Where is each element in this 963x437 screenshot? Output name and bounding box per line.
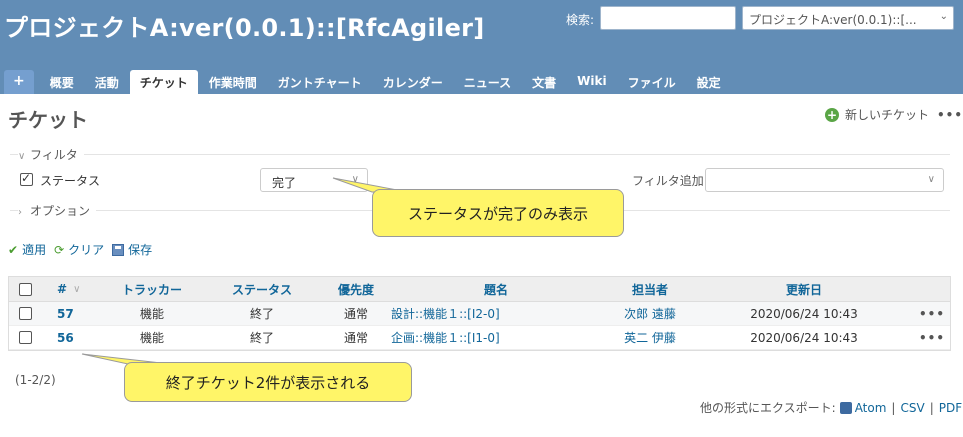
table-row: 56 機能 終了 通常 企画::機能１::[I1-0] 英二 伊藤 2020/0… <box>9 326 950 350</box>
chevron-down-icon: ∨ <box>18 151 26 162</box>
clear-button[interactable]: ⟳ クリア <box>54 241 104 258</box>
row-checkbox[interactable] <box>19 331 32 344</box>
tab-issues[interactable]: チケット <box>129 70 198 94</box>
issue-subject-link[interactable]: 企画::機能１::[I1-0] <box>391 326 601 349</box>
export-label: 他の形式にエクスポート: <box>700 401 836 415</box>
search-label: 検索: <box>566 13 595 27</box>
tab-wiki[interactable]: Wiki <box>567 70 616 94</box>
chevron-down-icon: ∨ <box>927 174 935 185</box>
filter-legend-label: フィルタ <box>30 148 78 162</box>
options-legend[interactable]: › オプション <box>18 202 97 219</box>
col-header-priority[interactable]: 優先度 <box>331 277 381 301</box>
main-menu-tabs: + 概要 活動 チケット 作業時間 ガントチャート カレンダー ニュース 文書 … <box>4 66 732 94</box>
issue-subject-link[interactable]: 設計::機能１::[I2-0] <box>391 302 601 325</box>
sort-chevron-icon: ∨ <box>73 283 81 295</box>
col-header-tracker[interactable]: トラッカー <box>112 277 192 301</box>
tab-news[interactable]: ニュース <box>454 70 521 94</box>
export-links: 他の形式にエクスポート: Atom | CSV | PDF <box>700 399 962 416</box>
issue-priority: 通常 <box>343 331 368 345</box>
add-filter-select[interactable]: ∨ <box>705 168 944 192</box>
col-header-subject[interactable]: 題名 <box>391 277 601 301</box>
tab-files[interactable]: ファイル <box>618 70 686 94</box>
save-icon <box>112 243 125 256</box>
save-label: 保存 <box>128 243 153 257</box>
issue-tracker: 機能 <box>139 307 164 321</box>
export-separator: | <box>929 400 934 415</box>
issue-id-link[interactable]: 57 <box>57 302 97 325</box>
issue-status: 終了 <box>249 307 274 321</box>
status-filter-checkbox[interactable] <box>20 171 33 186</box>
reload-icon: ⟳ <box>54 242 65 257</box>
col-header-updated[interactable]: 更新日 <box>729 277 879 301</box>
query-actions: ✔ 適用 ⟳ クリア 保存 <box>8 241 160 258</box>
project-jump-select[interactable]: プロジェクトA:ver(0.0.1)::[... ⌄ <box>742 6 954 30</box>
table-header-row: # ∨ トラッカー ステータス 優先度 題名 担当者 更新日 <box>9 277 950 302</box>
issue-id-link[interactable]: 56 <box>57 326 97 349</box>
issue-status: 終了 <box>249 331 274 345</box>
project-title[interactable]: プロジェクトA:ver(0.0.1)::[RfcAgiler] <box>4 8 485 43</box>
project-jump-value: プロジェクトA:ver(0.0.1)::[... <box>749 13 917 27</box>
tab-calendar[interactable]: カレンダー <box>373 70 453 94</box>
row-context-menu-icon[interactable]: ••• <box>919 326 944 349</box>
add-circle-icon: + <box>825 107 839 122</box>
filter-legend[interactable]: ∨ フィルタ <box>18 146 84 163</box>
issue-updated: 2020/06/24 10:43 <box>750 330 858 345</box>
col-header-status[interactable]: ステータス <box>222 277 302 301</box>
checkmark-icon: ✔ <box>8 242 19 257</box>
issue-assignee-link[interactable]: 次郎 遠藤 <box>605 302 695 325</box>
pagination-count: (1-2/2) <box>15 373 56 387</box>
count-callout: 終了チケット2件が表示される <box>124 362 412 402</box>
status-filter-value: 完了 <box>272 176 297 190</box>
chevron-down-icon: ∨ <box>351 174 359 185</box>
status-callout: ステータスが完了のみ表示 <box>372 189 624 237</box>
issue-assignee-link[interactable]: 英二 伊藤 <box>605 326 695 349</box>
row-checkbox[interactable] <box>19 307 32 320</box>
chevron-right-icon: › <box>18 207 22 218</box>
tab-documents[interactable]: 文書 <box>522 70 566 94</box>
new-ticket-link[interactable]: + 新しいチケット ••• <box>825 106 963 123</box>
issue-tracker: 機能 <box>139 331 164 345</box>
clear-label: クリア <box>68 243 105 257</box>
export-atom-link[interactable]: Atom <box>855 401 887 415</box>
apply-label: 適用 <box>22 243 47 257</box>
new-ticket-label: 新しいチケット <box>845 108 930 122</box>
issue-updated: 2020/06/24 10:43 <box>750 306 858 321</box>
col-header-number[interactable]: # ∨ <box>57 277 97 301</box>
options-legend-label: オプション <box>30 204 91 218</box>
tab-time-entries[interactable]: 作業時間 <box>199 70 267 94</box>
tab-overview[interactable]: 概要 <box>40 70 84 94</box>
filter-fieldset-divider <box>10 154 950 155</box>
issue-priority: 通常 <box>343 307 368 321</box>
project-header: プロジェクトA:ver(0.0.1)::[RfcAgiler] 検索: プロジェ… <box>0 0 963 94</box>
search-input[interactable] <box>600 6 736 30</box>
row-context-menu-icon[interactable]: ••• <box>919 302 944 325</box>
col-header-assignee[interactable]: 担当者 <box>605 277 695 301</box>
status-filter-select[interactable]: 完了 ∨ <box>260 168 368 192</box>
export-csv-link[interactable]: CSV <box>900 401 924 415</box>
tab-activity[interactable]: 活動 <box>85 70 129 94</box>
chevron-down-icon: ⌄ <box>939 11 948 22</box>
export-pdf-link[interactable]: PDF <box>939 401 962 415</box>
export-separator: | <box>891 400 896 415</box>
status-filter-label: ステータス <box>40 174 101 188</box>
more-actions-icon[interactable]: ••• <box>937 108 963 122</box>
page-title: チケット <box>8 108 88 132</box>
table-row: 57 機能 終了 通常 設計::機能１::[I2-0] 次郎 遠藤 2020/0… <box>9 302 950 326</box>
tab-settings[interactable]: 設定 <box>687 70 731 94</box>
add-filter-label: フィルタ追加 <box>632 174 704 188</box>
save-button[interactable]: 保存 <box>112 241 152 258</box>
tab-new-object[interactable]: + <box>4 70 34 94</box>
apply-button[interactable]: ✔ 適用 <box>8 241 46 258</box>
issues-table: # ∨ トラッカー ステータス 優先度 題名 担当者 更新日 57 機能 終了 通… <box>8 276 951 351</box>
feed-icon <box>839 401 852 414</box>
tab-gantt[interactable]: ガントチャート <box>268 70 372 94</box>
select-all-checkbox[interactable] <box>19 282 32 296</box>
